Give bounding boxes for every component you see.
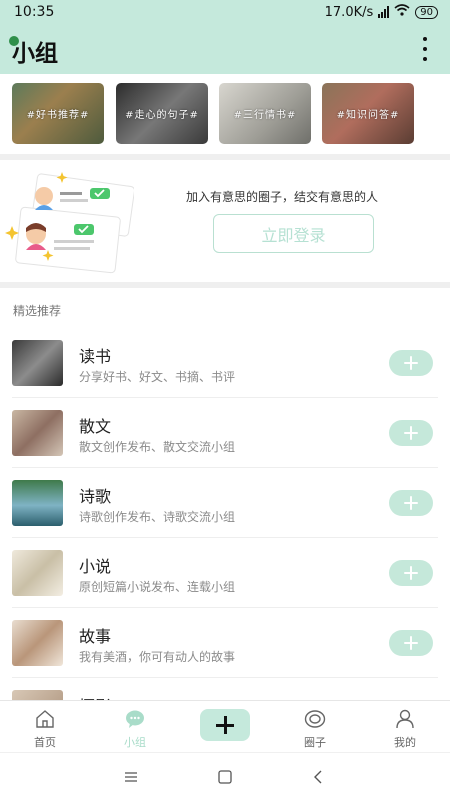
tag-label: #知识问答# xyxy=(336,110,400,121)
group-desc: 诗歌创作发布、诗歌交流小组 xyxy=(79,510,236,524)
list-item[interactable]: 散文 散文创作发布、散文交流小组 xyxy=(0,398,450,468)
section-title: 精选推荐 xyxy=(13,304,62,318)
tab-mine[interactable]: 我的 xyxy=(360,701,450,753)
group-name: 故事 xyxy=(79,627,112,646)
more-menu-icon[interactable] xyxy=(422,37,428,61)
status-right: 17.0K/s 90 xyxy=(325,4,438,20)
tag-label: #好书推荐# xyxy=(26,110,90,121)
group-name: 小说 xyxy=(79,557,112,576)
group-name: 诗歌 xyxy=(79,487,112,506)
tag-label: #走心的句子# xyxy=(125,110,199,121)
home-icon xyxy=(36,710,54,728)
back-icon[interactable] xyxy=(309,767,329,787)
wifi-icon xyxy=(394,4,410,20)
promo-text: 加入有意思的圈子，结交有意思的人 xyxy=(186,190,379,204)
tag-card[interactable]: #好书推荐# xyxy=(12,83,104,144)
list-item[interactable]: 读书 分享好书、好文、书摘、书评 xyxy=(0,328,450,398)
group-desc: 分享好书、好文、书摘、书评 xyxy=(79,370,236,384)
tab-label: 圈子 xyxy=(304,736,326,749)
group-thumbnail xyxy=(12,480,63,526)
join-button[interactable] xyxy=(389,630,433,656)
tab-home[interactable]: 首页 xyxy=(0,701,90,753)
tag-card[interactable]: #三行情书# xyxy=(219,83,311,144)
status-time: 10:35 xyxy=(14,4,55,20)
list-item[interactable]: 诗歌 诗歌创作发布、诗歌交流小组 xyxy=(0,468,450,538)
menu-icon[interactable] xyxy=(121,767,141,787)
home-square-icon[interactable] xyxy=(215,767,235,787)
group-thumbnail xyxy=(12,620,63,666)
person-icon xyxy=(396,709,414,729)
tab-circle[interactable]: 圈子 xyxy=(270,701,360,753)
login-button[interactable]: 立即登录 xyxy=(213,214,374,253)
top-bar: 10:35 17.0K/s 90 小组 xyxy=(0,0,450,74)
tab-label: 首页 xyxy=(34,736,56,749)
page-title: 小组 xyxy=(12,41,58,67)
group-desc: 原创短篇小说发布、连载小组 xyxy=(79,580,236,594)
tag-card[interactable]: #知识问答# xyxy=(322,83,414,144)
join-button[interactable] xyxy=(389,350,433,376)
topic-tags: #好书推荐# #走心的句子# #三行情书# #知识问答# xyxy=(0,74,450,154)
network-speed: 17.0K/s xyxy=(324,4,374,20)
status-bar: 10:35 17.0K/s 90 xyxy=(0,0,450,26)
tag-label: #三行情书# xyxy=(233,110,297,121)
signal-icon xyxy=(378,6,390,18)
list-item[interactable]: 小说 原创短篇小说发布、连载小组 xyxy=(0,538,450,608)
login-promo: 加入有意思的圈子，结交有意思的人 立即登录 xyxy=(0,160,450,280)
list-item[interactable]: 故事 我有美酒，你可有动人的故事 xyxy=(0,608,450,678)
join-button[interactable] xyxy=(389,420,433,446)
tag-card[interactable]: #走心的句子# xyxy=(116,83,208,144)
system-nav-bar xyxy=(0,752,450,800)
tab-groups[interactable]: 小组 xyxy=(90,701,180,753)
group-name: 读书 xyxy=(79,347,112,366)
divider xyxy=(0,282,450,288)
group-name: 散文 xyxy=(79,417,112,436)
tab-label: 我的 xyxy=(394,736,416,749)
group-thumbnail xyxy=(12,410,63,456)
people-cards-illustration xyxy=(5,172,134,274)
chat-bubble-icon xyxy=(126,710,144,728)
app-header: 小组 xyxy=(0,26,450,74)
group-thumbnail xyxy=(12,340,63,386)
circle-icon xyxy=(304,710,326,728)
group-desc: 散文创作发布、散文交流小组 xyxy=(79,440,236,454)
group-desc: 我有美酒，你可有动人的故事 xyxy=(79,650,236,664)
create-post-button[interactable] xyxy=(200,709,250,741)
group-thumbnail xyxy=(12,550,63,596)
battery-icon: 90 xyxy=(415,5,438,19)
tab-label: 小组 xyxy=(124,736,146,749)
join-button[interactable] xyxy=(389,490,433,516)
join-button[interactable] xyxy=(389,560,433,586)
